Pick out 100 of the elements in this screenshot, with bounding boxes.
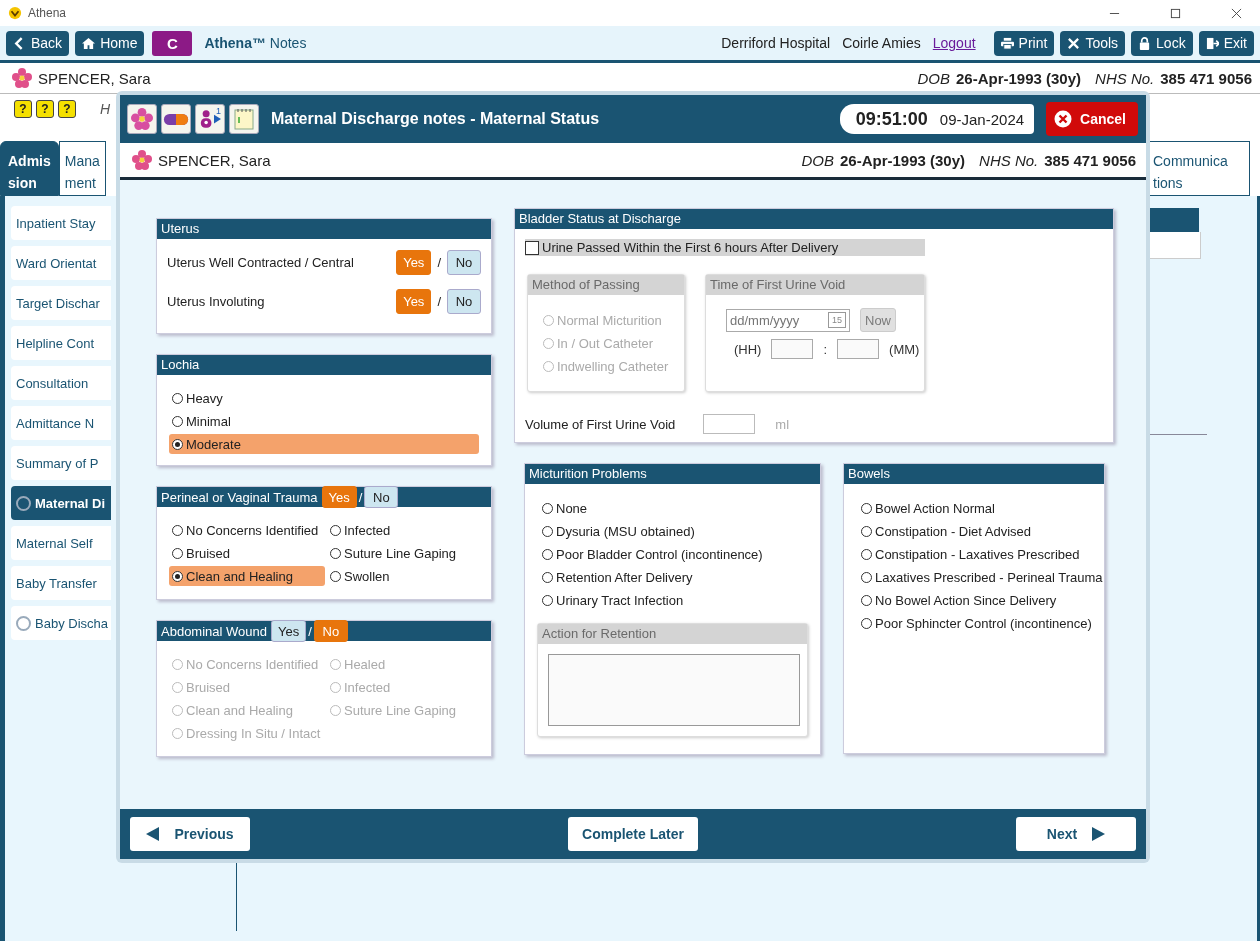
radio-option[interactable]: Minimal (169, 411, 479, 431)
radio-icon (172, 524, 183, 536)
question-label: Uterus Well Contracted / Central (167, 255, 355, 270)
radio-icon (542, 594, 553, 606)
radio-option[interactable]: Poor Bladder Control (incontinence) (539, 544, 820, 564)
radio-option[interactable]: Laxatives Prescribed - Perineal Trauma (858, 567, 1104, 587)
radio-option[interactable]: Bruised (169, 543, 325, 563)
window-title: Athena (28, 6, 67, 20)
previous-button[interactable]: Previous (130, 817, 250, 851)
help-flag[interactable]: ? (36, 100, 54, 118)
radio-icon (543, 337, 554, 349)
radio-option[interactable]: No Concerns Identified (169, 520, 325, 540)
sidebar-item[interactable]: Target Dischar (11, 286, 111, 320)
app-badge[interactable]: C (152, 30, 193, 56)
panel-title: Uterus (157, 219, 491, 239)
printer-icon (1000, 36, 1014, 50)
radio-icon (172, 727, 183, 739)
radio-icon (172, 392, 183, 404)
sidebar-item[interactable]: Helpline Cont (11, 326, 111, 360)
radio-icon (861, 571, 872, 583)
sidebar-item[interactable]: Baby Discha (11, 606, 111, 640)
print-button[interactable]: Print (993, 30, 1055, 56)
hours-label: (HH) (734, 341, 762, 357)
radio-option[interactable]: No Bowel Action Since Delivery (858, 590, 1104, 610)
radio-option[interactable]: Heavy (169, 388, 479, 408)
panel-title: Abdominal Wound (160, 623, 268, 639)
sidebar-item[interactable]: Baby Transfer (11, 566, 111, 600)
dob-value: 26-Apr-1993 (30y) (840, 151, 966, 169)
checkbox-icon (525, 240, 539, 255)
exit-button[interactable]: Exit (1198, 30, 1254, 56)
radio-icon (330, 547, 341, 559)
radio-icon (542, 548, 553, 560)
note-text: H (100, 101, 111, 117)
separator-text: / (437, 294, 441, 309)
app-logo-icon (8, 6, 22, 20)
radio-icon (330, 681, 341, 693)
help-flag[interactable]: ? (58, 100, 76, 118)
radio-option[interactable]: None (539, 498, 820, 518)
radio-option[interactable]: Urinary Tract Infection (539, 590, 820, 610)
radio-option[interactable]: Suture Line Gaping (327, 543, 477, 563)
panel-title: Bowels (844, 464, 1104, 484)
next-button[interactable]: Next (1016, 817, 1136, 851)
radio-icon (330, 658, 341, 670)
sidebar-item[interactable]: Consultation (11, 366, 111, 400)
panel-title: Perineal or Vaginal Trauma (160, 489, 319, 505)
separator-text: / (358, 489, 363, 505)
capsule-icon[interactable] (161, 104, 191, 134)
radio-icon (542, 571, 553, 583)
date-time-display: 09:51:00 09-Jan-2024 (839, 104, 1035, 134)
radio-option[interactable]: Infected (327, 520, 477, 540)
flower-icon[interactable] (127, 104, 157, 134)
radio-option[interactable]: Constipation - Laxatives Prescribed (858, 544, 1104, 564)
maximize-icon[interactable] (1170, 7, 1181, 19)
sidebar-item[interactable]: Maternal Self (11, 526, 111, 560)
help-flag[interactable]: ? (14, 100, 32, 118)
volume-field[interactable] (703, 414, 756, 434)
close-icon[interactable] (1231, 7, 1242, 19)
notepad-icon[interactable] (229, 104, 259, 134)
dob-value: 26-Apr-1993 (30y) (956, 69, 1082, 87)
choice-button[interactable]: No (447, 250, 481, 275)
person-icon[interactable]: 1 (195, 104, 225, 134)
radio-option[interactable]: Clean and Healing (169, 566, 325, 586)
table-header (1147, 208, 1199, 232)
choice-button[interactable]: No (364, 486, 399, 508)
radio-option[interactable]: Retention After Delivery (539, 567, 820, 587)
sidebar-item[interactable]: Maternal Di (11, 486, 111, 520)
radio-icon (861, 617, 872, 629)
tab[interactable]: Communica tions (1147, 141, 1250, 196)
radio-icon (172, 704, 183, 716)
radio-icon (861, 525, 872, 537)
logout-link[interactable]: Logout (932, 35, 976, 51)
checkbox-option[interactable]: Urine Passed Within the First 6 hours After Delivery (525, 239, 925, 256)
dialog-title: Maternal Discharge notes - Maternal Status (271, 110, 600, 128)
radio-option[interactable]: Poor Sphincter Control (incontinence) (858, 613, 1104, 633)
triangle-left-icon (146, 827, 161, 841)
complete-later-button[interactable]: Complete Later (568, 817, 698, 851)
radio-option[interactable]: Moderate (169, 434, 479, 454)
choice-button[interactable]: No (447, 289, 481, 314)
home-button[interactable]: Home (75, 30, 145, 56)
radio-option[interactable]: Swollen (327, 566, 477, 586)
patient-name: SPENCER, Sara (158, 151, 271, 169)
sidebar-item[interactable]: Summary of P (11, 446, 111, 480)
tab[interactable]: Mana ment (58, 141, 106, 196)
sidebar-item[interactable]: Admittance N (11, 406, 111, 440)
sidebar-item[interactable]: Inpatient Stay (11, 206, 111, 240)
cancel-button[interactable]: Cancel (1046, 102, 1138, 136)
tools-button[interactable]: Tools (1060, 30, 1126, 56)
lock-button[interactable]: Lock (1131, 30, 1193, 56)
nhs-value: 385 471 9056 (1044, 151, 1136, 169)
radio-icon (330, 524, 341, 536)
radio-option[interactable]: Bowel Action Normal (858, 498, 1104, 518)
radio-option[interactable]: Constipation - Diet Advised (858, 521, 1104, 541)
back-button[interactable]: Back (6, 30, 70, 56)
sidebar-item[interactable]: Ward Orientat (11, 246, 111, 280)
radio-icon (330, 704, 341, 716)
radio-icon (542, 525, 553, 537)
close-icon (1054, 110, 1073, 128)
tab[interactable]: Admis sion (0, 141, 59, 196)
colon-text: : (823, 341, 828, 357)
radio-option[interactable]: Dysuria (MSU obtained) (539, 521, 820, 541)
